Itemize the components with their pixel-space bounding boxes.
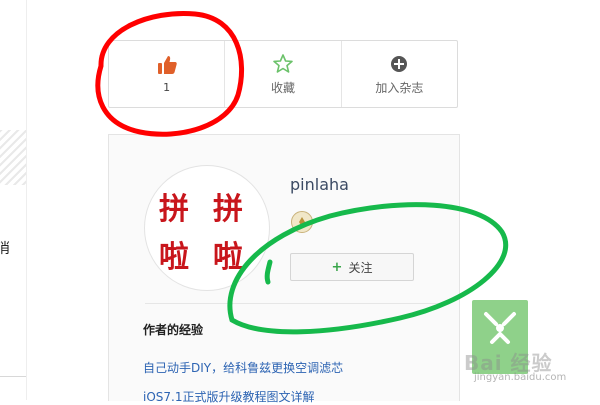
watermark-url: jingyan.baidu.com [474,372,567,383]
add-to-magazine-label: 加入杂志 [375,80,424,95]
action-bar: 1 收藏 加入杂志 [108,40,458,108]
like-count: 1 [163,81,171,94]
avatar-char: 啦 [213,240,243,275]
rank-badge-icon [291,211,313,233]
striped-decoration [0,130,26,185]
thumbs-up-icon [156,54,178,76]
author-card: 拼 拼 啦 啦 pinlaha + 关注 作者的经验 自己动手DIY，给科鲁兹更… [108,134,460,404]
plus-icon: + [331,259,343,275]
author-name[interactable]: pinlaha [290,175,349,194]
follow-button[interactable]: + 关注 [290,253,414,281]
add-to-magazine-button[interactable]: 加入杂志 [342,41,457,107]
avatar-char: 啦 [159,240,189,275]
like-button[interactable]: 1 [109,41,226,107]
divider [145,303,439,304]
truncated-text: 消 [0,241,10,257]
star-outline-icon [272,53,294,75]
avatar-char: 拼 [213,192,243,227]
left-panel-edge: 消 [0,0,27,400]
divider [0,376,26,377]
follow-label: 关注 [348,260,373,275]
favorite-label: 收藏 [270,80,295,95]
experience-link[interactable]: 自己动手DIY，给科鲁兹更换空调滤芯 [143,359,343,376]
avatar[interactable]: 拼 拼 啦 啦 [144,165,270,291]
avatar-char: 拼 [159,192,189,227]
favorite-button[interactable]: 收藏 [225,41,342,107]
section-title: 作者的经验 [143,323,204,337]
plus-circle-icon [390,53,408,75]
experience-link[interactable]: iOS7.1正式版升级教程图文详解 [143,388,314,405]
